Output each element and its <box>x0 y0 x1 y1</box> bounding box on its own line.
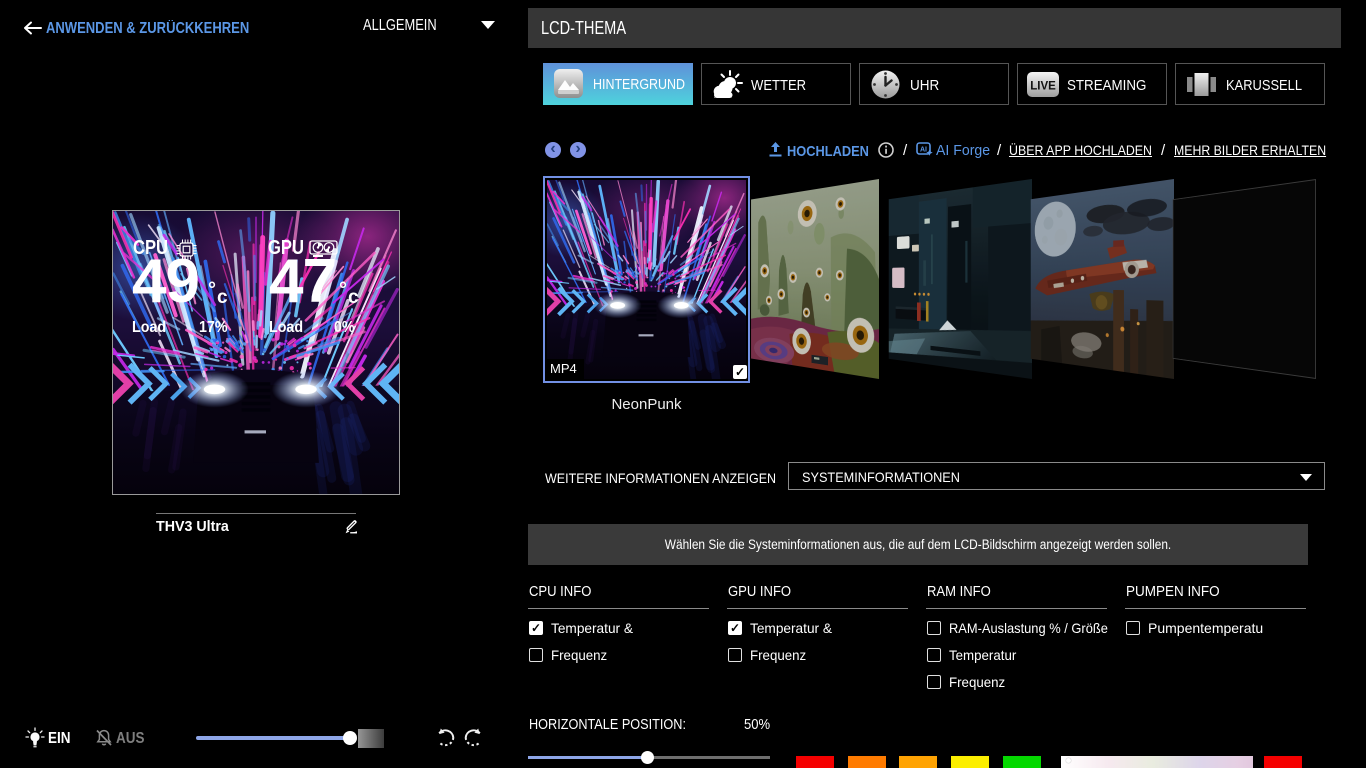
svg-text:LIVE: LIVE <box>1030 81 1056 93</box>
svg-text:AI: AI <box>920 147 927 154</box>
